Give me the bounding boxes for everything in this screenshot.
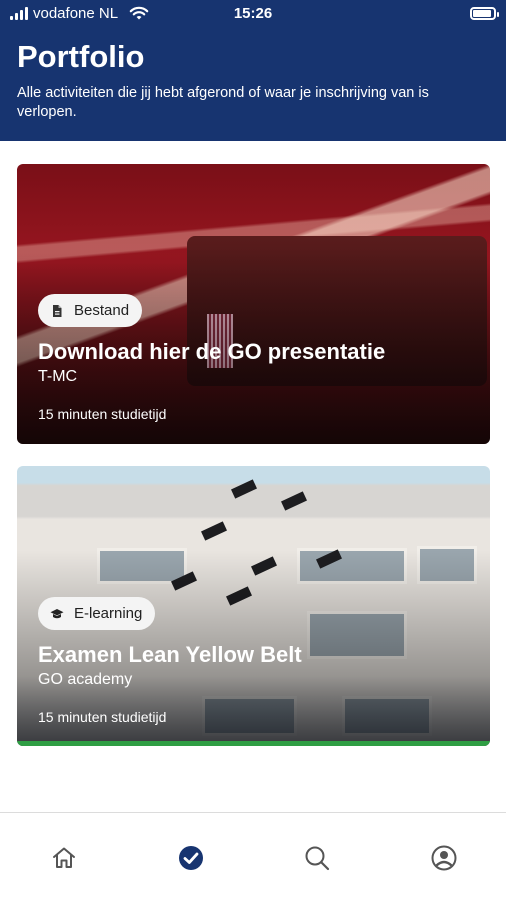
nav-portfolio[interactable]: [176, 843, 206, 873]
status-time: 15:26: [233, 5, 273, 22]
card-provider: T-MC: [38, 368, 78, 385]
activity-card[interactable]: Bestand Download hier de GO presentatie …: [17, 164, 490, 444]
card-study-time: 15 minuten studietijd: [38, 406, 167, 422]
badge-label: Bestand: [74, 302, 130, 319]
badge-label: E-learning: [74, 605, 143, 622]
nav-profile[interactable]: [429, 843, 459, 873]
profile-icon: [431, 845, 457, 871]
page-header: Portfolio Alle activiteiten die jij hebt…: [0, 28, 506, 141]
nav-search[interactable]: [302, 843, 332, 873]
card-provider: GO academy: [38, 671, 133, 688]
home-icon: [53, 847, 75, 868]
activity-type-badge: Bestand: [38, 294, 143, 327]
file-icon: [53, 304, 62, 317]
status-bar: vodafone NL 15:26: [0, 0, 506, 28]
activity-type-badge: E-learning: [38, 597, 156, 630]
card-title: Examen Lean Yellow Belt: [38, 642, 302, 667]
card-study-time: 15 minuten studietijd: [38, 709, 167, 725]
nav-home[interactable]: [49, 843, 79, 873]
bottom-navigation: [0, 812, 506, 900]
search-icon: [305, 846, 330, 871]
progress-bar: [17, 741, 490, 746]
page-subtitle: Alle activiteiten die jij hebt afgerond …: [17, 85, 429, 120]
page-title: Portfolio: [17, 39, 145, 74]
check-circle-icon: [179, 846, 203, 870]
card-title: Download hier de GO presentatie: [38, 339, 386, 364]
battery-icon: [470, 7, 499, 20]
activity-card[interactable]: E-learning Examen Lean Yellow Belt GO ac…: [17, 466, 490, 746]
graduation-cap-icon: [50, 608, 64, 618]
